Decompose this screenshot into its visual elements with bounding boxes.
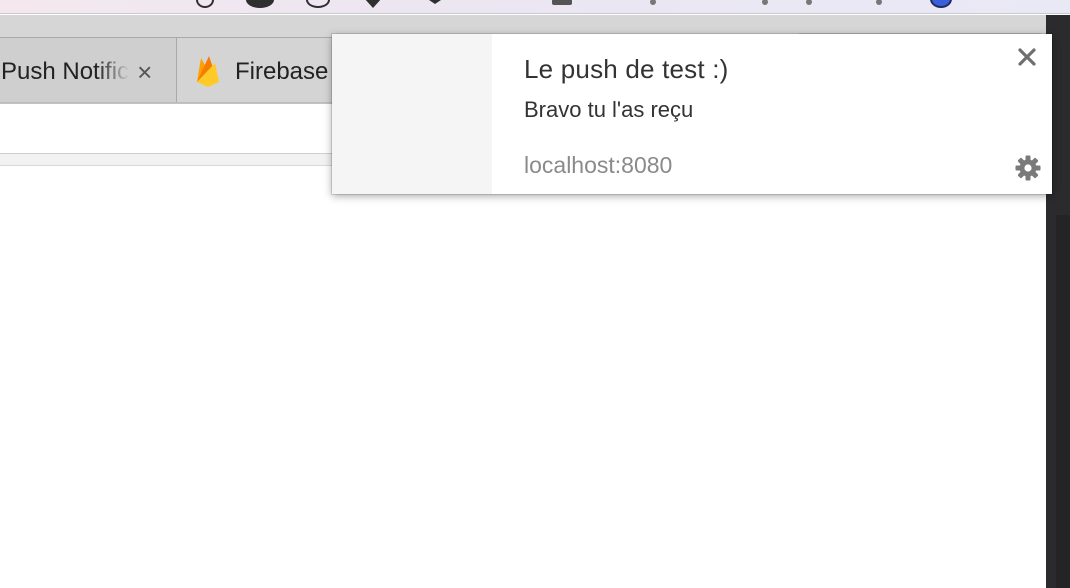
status-icon[interactable]: [306, 0, 330, 8]
page-content: [0, 166, 1046, 588]
notification-image: [332, 34, 492, 194]
gear-icon[interactable]: [1014, 154, 1042, 182]
notification-body: Le push de test :) Bravo tu l'as reçu lo…: [492, 34, 1052, 194]
tab-title: Push Notific: [1, 57, 130, 85]
notification-origin: localhost:8080: [524, 152, 673, 178]
menu-bar: [0, 0, 1070, 14]
status-icon[interactable]: [762, 0, 768, 5]
status-icon[interactable]: [246, 0, 274, 8]
status-icon[interactable]: [426, 0, 444, 4]
status-icon[interactable]: [806, 0, 812, 5]
tab-title: Firebase: [235, 57, 329, 85]
notification-message: Bravo tu l'as reçu: [524, 97, 694, 122]
status-icon[interactable]: [552, 0, 572, 5]
search-icon[interactable]: [876, 0, 882, 5]
firebase-icon: [197, 55, 219, 87]
close-icon[interactable]: [1016, 46, 1038, 68]
status-icon[interactable]: [364, 0, 382, 8]
status-icon[interactable]: [196, 0, 214, 8]
status-icon[interactable]: [650, 0, 656, 5]
globe-icon[interactable]: [930, 0, 952, 8]
notification-title: Le push de test :): [524, 54, 729, 84]
push-notification[interactable]: Le push de test :) Bravo tu l'as reçu lo…: [332, 34, 1052, 194]
tab-push-notifications[interactable]: Push Notific ×: [0, 37, 180, 105]
close-icon[interactable]: ×: [137, 59, 152, 85]
